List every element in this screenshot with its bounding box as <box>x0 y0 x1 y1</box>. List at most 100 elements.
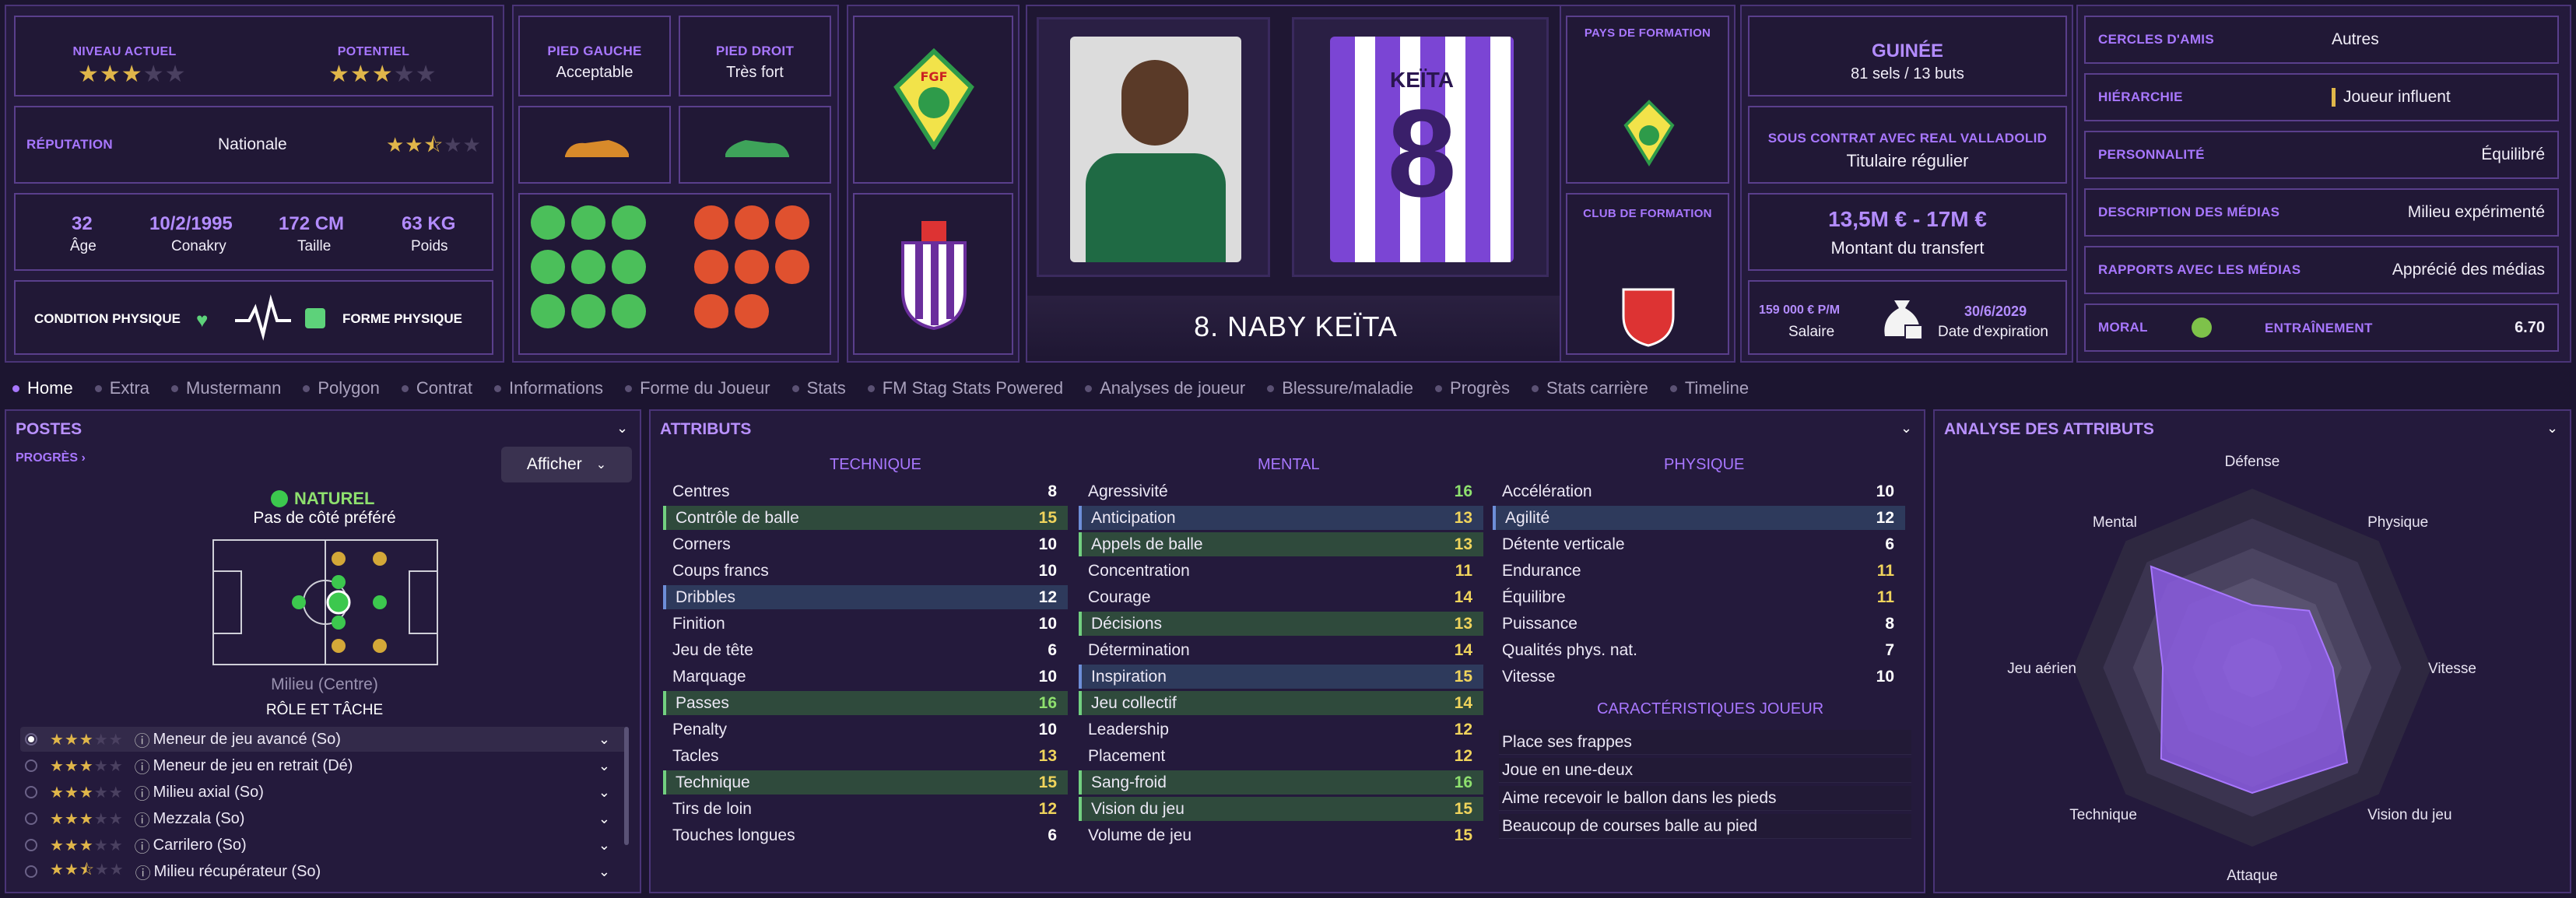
trait-icon[interactable] <box>694 250 728 284</box>
attribute-row[interactable]: Agressivité 16 <box>1079 479 1483 503</box>
trait-icon[interactable] <box>735 294 769 328</box>
tab-1[interactable]: Extra <box>94 378 149 398</box>
attribute-row[interactable]: Agilité 12 <box>1493 506 1905 530</box>
trait-icon[interactable] <box>775 205 809 240</box>
chevron-down-icon[interactable]: ⌄ <box>598 864 610 880</box>
chevron-down-icon[interactable]: ⌄ <box>1900 420 1912 437</box>
tab-0[interactable]: Home <box>12 378 73 398</box>
attribute-row[interactable]: Puissance 8 <box>1493 612 1905 636</box>
attribute-row[interactable]: Penalty 10 <box>663 717 1068 742</box>
trait-icon[interactable] <box>735 205 769 240</box>
role-radio[interactable] <box>25 759 37 772</box>
role-radio[interactable] <box>25 733 37 745</box>
role-radio[interactable] <box>25 786 37 798</box>
chevron-down-icon[interactable]: ⌄ <box>2546 420 2558 437</box>
attribute-row[interactable]: Corners 10 <box>663 532 1068 556</box>
tab-10[interactable]: Blessure/maladie <box>1267 378 1413 398</box>
role-radio[interactable] <box>25 865 37 878</box>
tab-7[interactable]: Stats <box>791 378 846 398</box>
attribute-row[interactable]: Coups francs 10 <box>663 559 1068 583</box>
attribute-row[interactable]: Courage 14 <box>1079 585 1483 609</box>
trait-icon[interactable] <box>612 250 646 284</box>
trait-icon[interactable] <box>694 294 728 328</box>
trait-icon[interactable] <box>775 250 809 284</box>
trait-icon[interactable] <box>531 250 565 284</box>
role-row[interactable]: ★★★★★ ⓘ Carrilero (So) ⌄ <box>20 833 627 858</box>
info-icon[interactable]: ⓘ <box>135 808 150 830</box>
attribute-row[interactable]: Qualités phys. nat. 7 <box>1493 638 1905 662</box>
tab-6[interactable]: Forme du Joueur <box>625 378 770 398</box>
info-icon[interactable]: ⓘ <box>135 781 150 804</box>
role-row[interactable]: ★★★★★ ⓘ Mezzala (So) ⌄ <box>20 806 627 831</box>
attribute-row[interactable]: Vision du jeu 15 <box>1079 797 1483 821</box>
attribute-row[interactable]: Endurance 11 <box>1493 559 1905 583</box>
info-icon[interactable]: ⓘ <box>135 861 151 883</box>
info-icon[interactable]: ⓘ <box>135 755 150 777</box>
show-button[interactable]: Afficher ⌄ <box>501 447 632 482</box>
tab-dot-icon <box>1434 384 1442 392</box>
attribute-row[interactable]: Finition 10 <box>663 612 1068 636</box>
tab-3[interactable]: Polygon <box>303 378 380 398</box>
attribute-row[interactable]: Tacles 13 <box>663 744 1068 768</box>
info-icon[interactable]: ⓘ <box>135 728 150 751</box>
progress-link[interactable]: PROGRÈS › <box>16 451 86 465</box>
tab-8[interactable]: FM Stag Stats Powered <box>867 378 1063 398</box>
chevron-down-icon[interactable]: ⌄ <box>598 731 610 748</box>
role-radio[interactable] <box>25 812 37 825</box>
trait-icon[interactable] <box>571 250 605 284</box>
attribute-row[interactable]: Détente verticale 6 <box>1493 532 1905 556</box>
attribute-name: Décisions <box>1091 614 1163 633</box>
chevron-down-icon[interactable]: ⌄ <box>598 784 610 801</box>
trait-icon[interactable] <box>531 294 565 328</box>
attribute-row[interactable]: Concentration 11 <box>1079 559 1483 583</box>
trait-icon[interactable] <box>612 205 646 240</box>
role-row[interactable]: ★★⯪★★ ⓘ Milieu récupérateur (So) ⌄ <box>20 859 627 884</box>
attribute-row[interactable]: Appels de balle 13 <box>1079 532 1483 556</box>
tab-12[interactable]: Stats carrière <box>1531 378 1648 398</box>
attribute-row[interactable]: Technique 15 <box>663 770 1068 795</box>
tab-2[interactable]: Mustermann <box>171 378 281 398</box>
tab-11[interactable]: Progrès <box>1434 378 1510 398</box>
attribute-row[interactable]: Jeu de tête 6 <box>663 638 1068 662</box>
trait-icon[interactable] <box>694 205 728 240</box>
attribute-row[interactable]: Jeu collectif 14 <box>1079 691 1483 715</box>
trait-icon[interactable] <box>571 205 605 240</box>
trait-icon[interactable] <box>571 294 605 328</box>
trait-icon[interactable] <box>612 294 646 328</box>
roles-scrollbar[interactable] <box>624 727 629 845</box>
attribute-row[interactable]: Touches longues 6 <box>663 823 1068 847</box>
attribute-row[interactable]: Équilibre 11 <box>1493 585 1905 609</box>
attribute-row[interactable]: Leadership 12 <box>1079 717 1483 742</box>
attribute-row[interactable]: Dribbles 12 <box>663 585 1068 609</box>
attribute-row[interactable]: Contrôle de balle 15 <box>663 506 1068 530</box>
attribute-row[interactable]: Détermination 14 <box>1079 638 1483 662</box>
attribute-row[interactable]: Passes 16 <box>663 691 1068 715</box>
chevron-down-icon[interactable]: ⌄ <box>598 758 610 774</box>
attribute-row[interactable]: Inspiration 15 <box>1079 665 1483 689</box>
tab-4[interactable]: Contrat <box>401 378 472 398</box>
tab-5[interactable]: Informations <box>494 378 603 398</box>
role-row[interactable]: ★★★★★ ⓘ Meneur de jeu avancé (So) ⌄ <box>20 727 627 752</box>
attribute-row[interactable]: Sang-froid 16 <box>1079 770 1483 795</box>
tab-13[interactable]: Timeline <box>1669 378 1749 398</box>
attribute-row[interactable]: Marquage 10 <box>663 665 1068 689</box>
chevron-down-icon[interactable]: ⌄ <box>616 420 628 437</box>
attribute-row[interactable]: Tirs de loin 12 <box>663 797 1068 821</box>
attribute-row[interactable]: Vitesse 10 <box>1493 665 1905 689</box>
attribute-row[interactable]: Décisions 13 <box>1079 612 1483 636</box>
chevron-down-icon[interactable]: ⌄ <box>598 811 610 827</box>
attribute-radar-chart: Défense Physique Vitesse Vision du jeu Attaq… <box>2007 454 2476 884</box>
role-radio[interactable] <box>25 839 37 851</box>
info-icon[interactable]: ⓘ <box>135 834 150 857</box>
trait-icon[interactable] <box>735 250 769 284</box>
role-row[interactable]: ★★★★★ ⓘ Milieu axial (So) ⌄ <box>20 780 627 805</box>
tab-9[interactable]: Analyses de joueur <box>1085 378 1245 398</box>
chevron-down-icon[interactable]: ⌄ <box>598 837 610 854</box>
trait-icon[interactable] <box>531 205 565 240</box>
attribute-row[interactable]: Volume de jeu 15 <box>1079 823 1483 847</box>
attribute-row[interactable]: Placement 12 <box>1079 744 1483 768</box>
role-row[interactable]: ★★★★★ ⓘ Meneur de jeu en retrait (Dé) ⌄ <box>20 753 627 778</box>
attribute-row[interactable]: Anticipation 13 <box>1079 506 1483 530</box>
attribute-row[interactable]: Accélération 10 <box>1493 479 1905 503</box>
attribute-row[interactable]: Centres 8 <box>663 479 1068 503</box>
